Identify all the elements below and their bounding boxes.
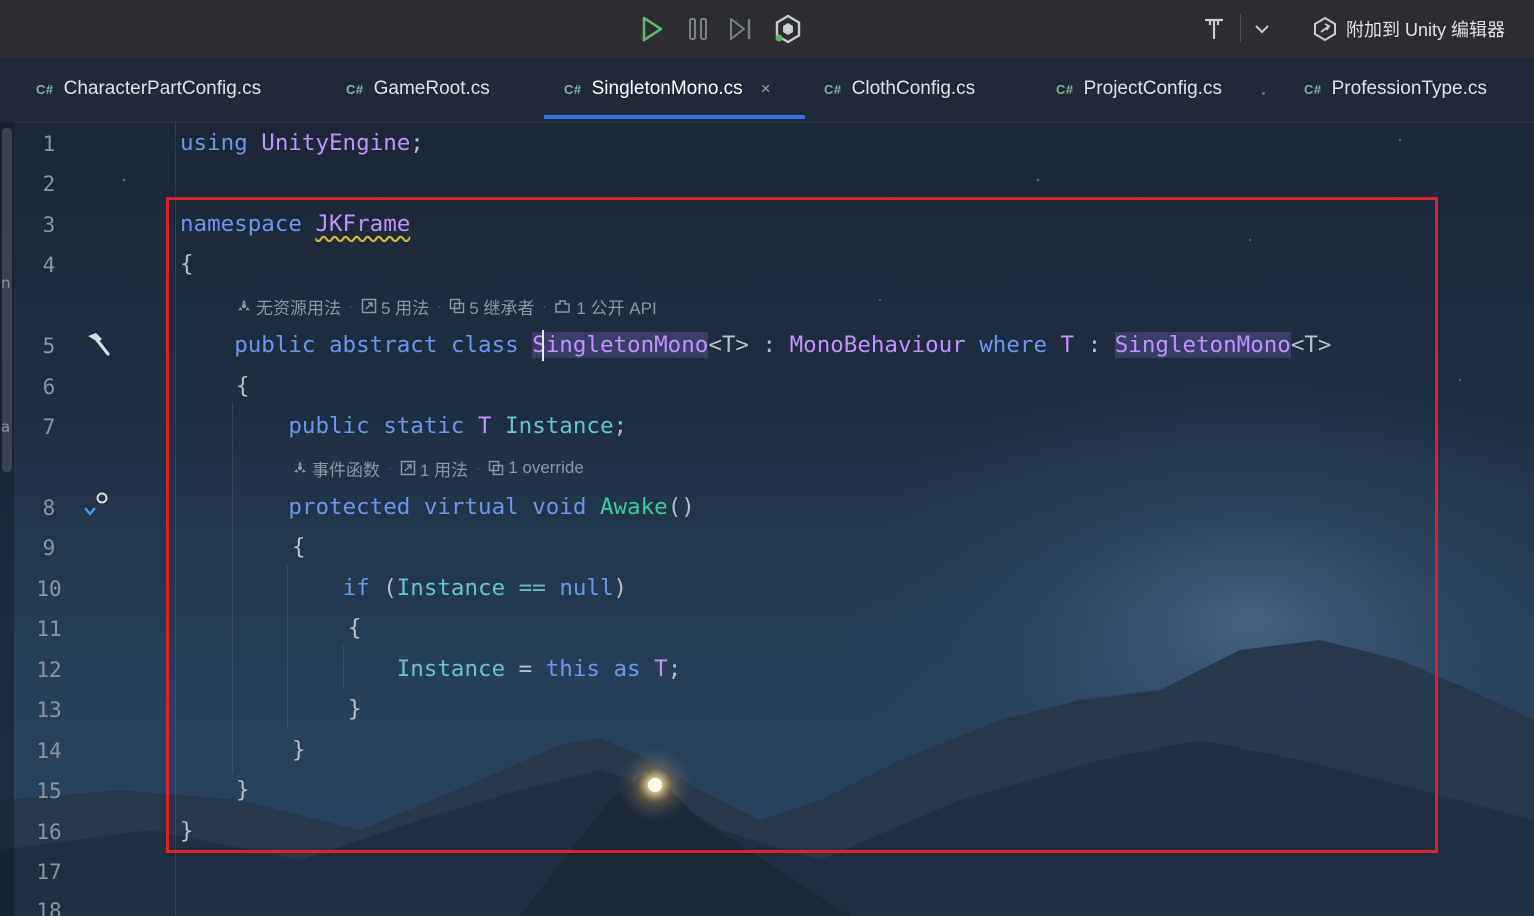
- line-number[interactable]: 2: [26, 171, 72, 197]
- hammer-icon[interactable]: [82, 330, 112, 358]
- tab-label: CharacterPartConfig.cs: [63, 78, 262, 99]
- tab-singletonmono[interactable]: C# SingletonMono.cs ×: [564, 58, 771, 120]
- more-dropdown-button[interactable]: [1250, 12, 1274, 46]
- tab-label: ProjectConfig.cs: [1083, 78, 1222, 99]
- line-number[interactable]: 9: [26, 535, 72, 561]
- chevron-down-icon: [1255, 25, 1269, 34]
- line-number[interactable]: 15: [26, 778, 72, 804]
- text-format-button[interactable]: [1198, 12, 1230, 46]
- play-icon: [642, 16, 663, 42]
- keyword-token: using: [180, 130, 248, 156]
- annotation-highlight-box: [166, 197, 1438, 853]
- line-number[interactable]: 17: [26, 859, 72, 885]
- line-number[interactable]: 11: [26, 616, 72, 642]
- line-number[interactable]: 16: [26, 819, 72, 845]
- attach-to-unity-label: 附加到 Unity 编辑器: [1346, 20, 1506, 40]
- line-number[interactable]: 12: [26, 657, 72, 683]
- line-number[interactable]: 4: [26, 252, 72, 278]
- csharp-file-icon: C#: [1304, 81, 1322, 97]
- tab-label: SingletonMono.cs: [591, 78, 743, 99]
- unity-debug-icon: [775, 14, 801, 44]
- step-button[interactable]: [722, 12, 760, 46]
- run-button[interactable]: [634, 12, 670, 46]
- csharp-file-icon: C#: [824, 81, 842, 97]
- line-number[interactable]: 5: [26, 333, 72, 359]
- unity-logo-icon: [1314, 16, 1336, 42]
- tab-gameroot[interactable]: C# GameRoot.cs: [346, 58, 490, 120]
- tab-label: GameRoot.cs: [373, 78, 490, 99]
- line-number[interactable]: 18: [26, 898, 72, 916]
- code-line[interactable]: using UnityEngine;: [180, 128, 424, 158]
- top-toolbar: 附加到 Unity 编辑器: [0, 0, 1534, 58]
- line-number[interactable]: 7: [26, 414, 72, 440]
- toolbar-separator: [1240, 14, 1241, 42]
- step-icon: [730, 18, 751, 40]
- punctuation-token: ;: [410, 130, 424, 156]
- tab-professiontype[interactable]: C# ProfessionType.cs: [1304, 58, 1487, 120]
- csharp-file-icon: C#: [36, 81, 54, 97]
- tab-characterpartconfig[interactable]: C# CharacterPartConfig.cs: [36, 58, 261, 120]
- line-number[interactable]: 6: [26, 374, 72, 400]
- csharp-file-icon: C#: [346, 81, 364, 97]
- line-number[interactable]: 3: [26, 212, 72, 238]
- csharp-file-icon: C#: [564, 81, 582, 97]
- line-number[interactable]: 13: [26, 697, 72, 723]
- tab-label: ProfessionType.cs: [1331, 78, 1487, 99]
- pause-button[interactable]: [680, 12, 716, 46]
- tab-projectconfig[interactable]: C# ProjectConfig.cs: [1056, 58, 1222, 120]
- line-number[interactable]: 10: [26, 576, 72, 602]
- unity-debug-button[interactable]: [770, 12, 806, 46]
- override-marker-icon[interactable]: [82, 490, 112, 520]
- close-tab-icon[interactable]: ×: [761, 79, 771, 99]
- strip-letter: a: [1, 418, 11, 436]
- active-tab-indicator: [544, 115, 805, 119]
- tab-label: ClothConfig.cs: [851, 78, 976, 99]
- attach-to-unity-button[interactable]: 附加到 Unity 编辑器: [1312, 12, 1505, 46]
- line-number[interactable]: 14: [26, 738, 72, 764]
- rider-ide-window: 附加到 Unity 编辑器 C# CharacterPartConfig.cs …: [0, 0, 1534, 916]
- line-number[interactable]: 1: [26, 131, 72, 157]
- csharp-file-icon: C#: [1056, 81, 1074, 97]
- editor-tab-bar: C# CharacterPartConfig.cs C# GameRoot.cs…: [0, 58, 1534, 123]
- line-number[interactable]: 8: [26, 495, 72, 521]
- tab-clothconfig[interactable]: C# ClothConfig.cs: [824, 58, 975, 120]
- pause-icon: [689, 18, 707, 40]
- text-format-icon: [1205, 18, 1223, 39]
- tab-modified-dot: [1262, 92, 1265, 95]
- namespace-token: UnityEngine: [261, 130, 411, 156]
- strip-letter: n: [1, 274, 11, 292]
